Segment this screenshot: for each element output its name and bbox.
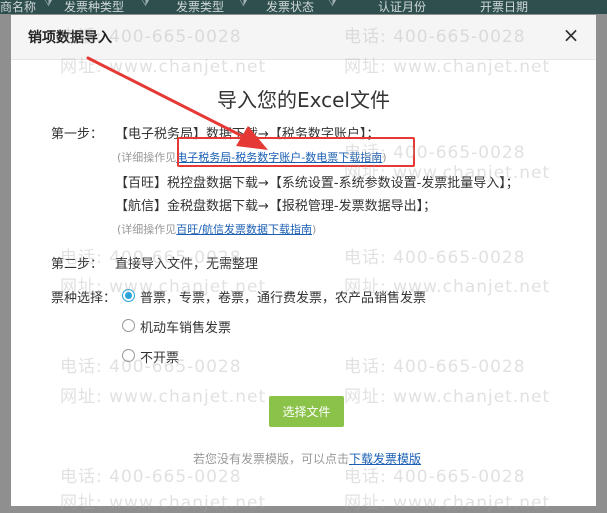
annotation-arrow (86, 56, 268, 150)
arrow-head (236, 126, 268, 150)
arrow-shaft (86, 56, 254, 143)
